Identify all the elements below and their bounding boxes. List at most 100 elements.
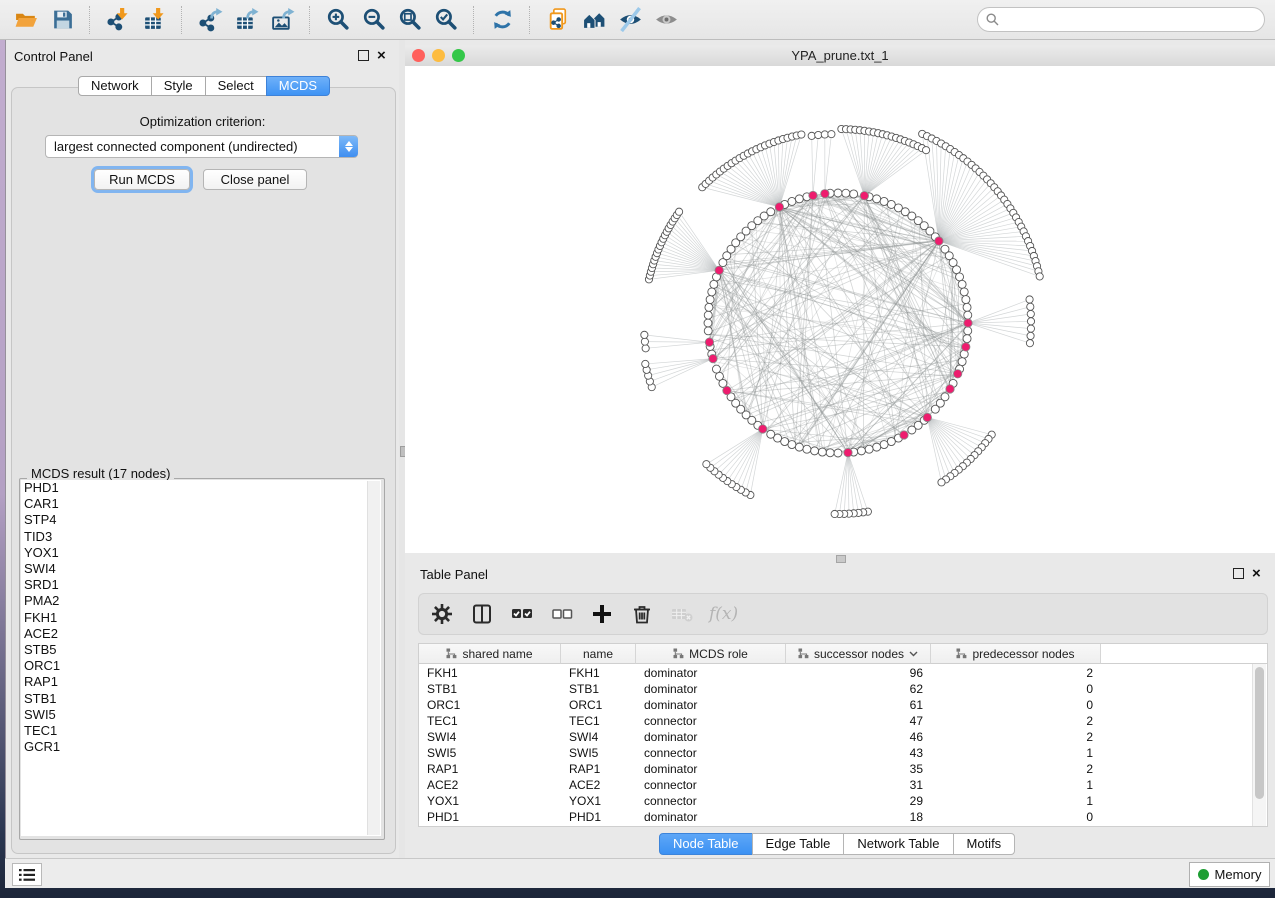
table-row[interactable]: ACE2ACE2connector311	[419, 777, 1101, 793]
cell-successor-nodes[interactable]: 62	[786, 681, 931, 697]
cell-MCDS-role[interactable]: connector	[636, 777, 786, 793]
network-frame-titlebar[interactable]: YPA_prune.txt_1	[405, 45, 1275, 67]
horizontal-splitter-handle[interactable]	[836, 555, 846, 563]
memory-button[interactable]: Memory	[1189, 862, 1270, 887]
search-box[interactable]	[977, 7, 1265, 32]
table-row[interactable]: SWI5SWI5connector431	[419, 745, 1101, 761]
cell-MCDS-role[interactable]: dominator	[636, 809, 786, 825]
cell-name[interactable]: ACE2	[561, 777, 636, 793]
show-graphics-details-button[interactable]	[648, 3, 684, 37]
cell-name[interactable]: FKH1	[561, 665, 636, 681]
cell-name[interactable]: ORC1	[561, 697, 636, 713]
cell-shared-name[interactable]: SWI5	[419, 745, 561, 761]
mcds-result-item[interactable]: PMA2	[21, 593, 381, 609]
save-session-button[interactable]	[44, 3, 80, 37]
search-input[interactable]	[1005, 12, 1264, 28]
mcds-result-item[interactable]: PHD1	[21, 480, 381, 496]
cell-predecessor-nodes[interactable]: 2	[931, 761, 1101, 777]
table-row[interactable]: RAP1RAP1dominator352	[419, 761, 1101, 777]
float-panel-icon[interactable]	[358, 50, 369, 61]
cell-name[interactable]: SWI4	[561, 729, 636, 745]
import-table-button[interactable]	[136, 3, 172, 37]
table-row[interactable]: YOX1YOX1connector291	[419, 793, 1101, 809]
cell-shared-name[interactable]: PHD1	[419, 809, 561, 825]
mcds-result-item[interactable]: STB5	[21, 642, 381, 658]
cell-MCDS-role[interactable]: dominator	[636, 665, 786, 681]
column-header-successor-nodes[interactable]: successor nodes	[786, 644, 931, 664]
column-header-shared-name[interactable]: shared name	[419, 644, 561, 664]
cell-predecessor-nodes[interactable]: 0	[931, 809, 1101, 825]
mcds-result-item[interactable]: STB1	[21, 691, 381, 707]
cell-name[interactable]: PHD1	[561, 809, 636, 825]
cell-successor-nodes[interactable]: 96	[786, 665, 931, 681]
mcds-result-item[interactable]: TEC1	[21, 723, 381, 739]
cell-successor-nodes[interactable]: 46	[786, 729, 931, 745]
mcds-result-item[interactable]: TID3	[21, 529, 381, 545]
import-network-button[interactable]	[100, 3, 136, 37]
cell-shared-name[interactable]: STB1	[419, 681, 561, 697]
cell-predecessor-nodes[interactable]: 1	[931, 793, 1101, 809]
tab-network-table[interactable]: Network Table	[843, 833, 953, 855]
table-row[interactable]: SWI4SWI4dominator462	[419, 729, 1101, 745]
table-row[interactable]: PHD1PHD1dominator180	[419, 809, 1101, 825]
cell-MCDS-role[interactable]: dominator	[636, 761, 786, 777]
table-scrollbar[interactable]	[1252, 664, 1266, 826]
tab-motifs[interactable]: Motifs	[953, 833, 1016, 855]
mcds-result-item[interactable]: ACE2	[21, 626, 381, 642]
cell-successor-nodes[interactable]: 43	[786, 745, 931, 761]
export-image-button[interactable]	[264, 3, 300, 37]
cell-shared-name[interactable]: RAP1	[419, 761, 561, 777]
first-neighbors-button[interactable]	[576, 3, 612, 37]
cell-successor-nodes[interactable]: 29	[786, 793, 931, 809]
mcds-result-item[interactable]: STP4	[21, 512, 381, 528]
mcds-result-item[interactable]: ORC1	[21, 658, 381, 674]
zoom-fit-button[interactable]	[392, 3, 428, 37]
cell-MCDS-role[interactable]: dominator	[636, 697, 786, 713]
mcds-result-item[interactable]: CAR1	[21, 496, 381, 512]
close-panel-icon[interactable]: ×	[377, 51, 386, 60]
cell-successor-nodes[interactable]: 35	[786, 761, 931, 777]
open-session-button[interactable]	[8, 3, 44, 37]
table-row[interactable]: ORC1ORC1dominator610	[419, 697, 1101, 713]
cell-successor-nodes[interactable]: 31	[786, 777, 931, 793]
criterion-dropdown[interactable]: largest connected component (undirected)	[45, 135, 358, 158]
export-table-button[interactable]	[228, 3, 264, 37]
table-row[interactable]: FKH1FKH1dominator962	[419, 665, 1101, 681]
cell-name[interactable]: RAP1	[561, 761, 636, 777]
network-graph[interactable]	[405, 66, 1275, 553]
column-header-name[interactable]: name	[561, 644, 636, 664]
cell-name[interactable]: STB1	[561, 681, 636, 697]
cell-MCDS-role[interactable]: connector	[636, 713, 786, 729]
cell-shared-name[interactable]: SWI4	[419, 729, 561, 745]
mcds-result-item[interactable]: SRD1	[21, 577, 381, 593]
hide-selected-button[interactable]	[612, 3, 648, 37]
zoom-selected-button[interactable]	[428, 3, 464, 37]
table-row[interactable]: STB1STB1dominator620	[419, 681, 1101, 697]
run-mcds-button[interactable]: Run MCDS	[94, 169, 190, 190]
tab-select[interactable]: Select	[205, 76, 267, 96]
float-table-panel-icon[interactable]	[1233, 568, 1244, 579]
cell-predecessor-nodes[interactable]: 1	[931, 745, 1101, 761]
apply-layout-button[interactable]	[484, 3, 520, 37]
cell-predecessor-nodes[interactable]: 2	[931, 729, 1101, 745]
cell-shared-name[interactable]: FKH1	[419, 665, 561, 681]
cell-MCDS-role[interactable]: dominator	[636, 729, 786, 745]
deselect-all-button[interactable]	[549, 599, 575, 629]
cell-name[interactable]: TEC1	[561, 713, 636, 729]
select-all-button[interactable]	[509, 599, 535, 629]
cell-shared-name[interactable]: TEC1	[419, 713, 561, 729]
mcds-result-item[interactable]: SWI4	[21, 561, 381, 577]
cell-predecessor-nodes[interactable]: 0	[931, 697, 1101, 713]
cell-MCDS-role[interactable]: dominator	[636, 681, 786, 697]
cell-MCDS-role[interactable]: connector	[636, 793, 786, 809]
delete-columns-button[interactable]	[629, 599, 655, 629]
mcds-result-item[interactable]: RAP1	[21, 674, 381, 690]
tab-network[interactable]: Network	[78, 76, 152, 96]
cell-MCDS-role[interactable]: connector	[636, 745, 786, 761]
cell-shared-name[interactable]: ORC1	[419, 697, 561, 713]
task-history-button[interactable]	[12, 863, 42, 886]
cell-shared-name[interactable]: YOX1	[419, 793, 561, 809]
column-header-MCDS-role[interactable]: MCDS role	[636, 644, 786, 664]
cell-successor-nodes[interactable]: 47	[786, 713, 931, 729]
new-network-from-selection-button[interactable]	[540, 3, 576, 37]
